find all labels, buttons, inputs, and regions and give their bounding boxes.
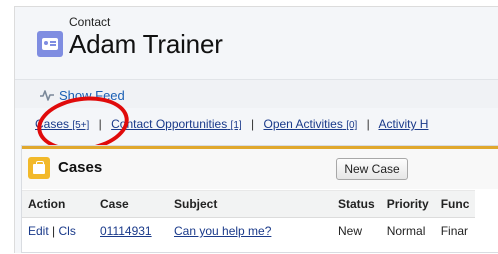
contact-card-icon xyxy=(37,31,63,57)
link-separator: | xyxy=(366,117,370,131)
show-feed-button[interactable]: Show Feed xyxy=(35,85,129,105)
column-header-priority[interactable]: Priority xyxy=(380,190,435,218)
subject-link[interactable]: Can you help me? xyxy=(174,224,271,238)
func-cell: Finar xyxy=(440,224,469,238)
column-header-status[interactable]: Status xyxy=(332,190,381,218)
status-cell: New xyxy=(338,224,363,238)
related-link-activity-history[interactable]: Activity H xyxy=(378,117,428,131)
link-separator: | xyxy=(251,117,255,131)
column-header-subject[interactable]: Subject xyxy=(168,190,332,218)
action-separator: | xyxy=(52,224,56,238)
related-link-contact-opportunities[interactable]: Contact Opportunities [1] xyxy=(111,117,242,131)
column-header-action[interactable]: Action xyxy=(22,190,94,218)
feed-pulse-icon xyxy=(40,90,54,101)
table-header-row: Action Case Subject Status Priority Func xyxy=(22,190,476,218)
show-feed-label: Show Feed xyxy=(59,87,125,103)
cases-title: Cases xyxy=(58,159,103,176)
feed-toolbar: Show Feed xyxy=(15,79,498,108)
page-title: Adam Trainer xyxy=(69,29,223,59)
subject-cell: Can you help me? xyxy=(168,218,332,245)
related-link-open-activities[interactable]: Open Activities [0] xyxy=(263,117,357,131)
contact-card-shape xyxy=(42,38,58,50)
related-link-cases[interactable]: Cases [5+] xyxy=(35,117,89,131)
edit-link[interactable]: Edit xyxy=(28,224,49,238)
case-number-cell: 01114931 xyxy=(94,218,168,245)
cases-header: Cases New Case xyxy=(22,146,498,189)
briefcase-icon xyxy=(28,157,50,179)
record-page: Contact Adam Trainer Show Feed Cases [5+… xyxy=(14,6,498,253)
action-cell: Edit | Cls xyxy=(22,218,94,245)
link-separator: | xyxy=(98,117,102,131)
priority-cell: Normal xyxy=(386,224,426,238)
case-number-link[interactable]: 01114931 xyxy=(100,224,152,238)
cases-related-list: Cases New Case Action Case Subject Statu… xyxy=(21,145,498,253)
related-list-links: Cases [5+] | Contact Opportunities [1] |… xyxy=(35,117,498,137)
object-type-label: Contact xyxy=(69,15,111,29)
new-case-button[interactable]: New Case xyxy=(336,158,408,180)
column-header-case[interactable]: Case xyxy=(94,190,168,218)
cases-table: Action Case Subject Status Priority Func… xyxy=(22,190,476,245)
table-row: Edit | Cls 01114931 Can you help me? New… xyxy=(22,218,475,245)
close-link[interactable]: Cls xyxy=(59,224,76,238)
column-header-func[interactable]: Func xyxy=(434,190,476,218)
record-header: Contact Adam Trainer xyxy=(15,7,498,77)
